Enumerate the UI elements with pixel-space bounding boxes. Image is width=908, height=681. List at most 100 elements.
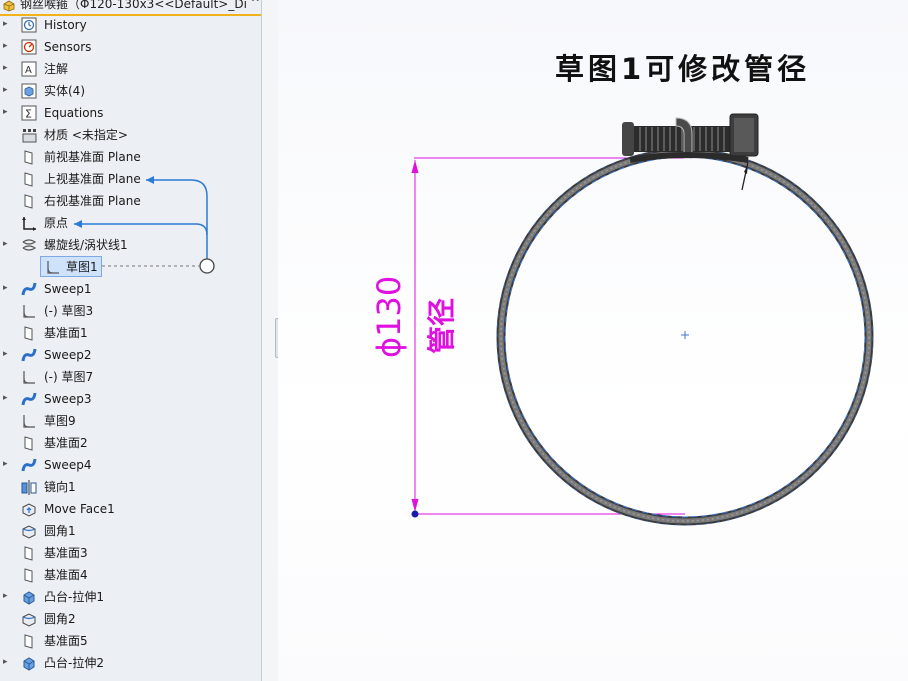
- expand-arrow-icon[interactable]: ▸: [3, 85, 11, 95]
- tree-item[interactable]: ▸ Sensors: [0, 36, 260, 58]
- sketch-icon: [20, 303, 38, 319]
- sketch-note-title: 草图1可修改管径: [555, 52, 811, 86]
- tree-item[interactable]: 草图9: [0, 410, 260, 432]
- tree-item-label: 原点: [44, 216, 69, 230]
- expand-arrow-icon[interactable]: ▸: [3, 393, 11, 403]
- expand-arrow-icon[interactable]: ▸: [3, 19, 11, 29]
- tree-item[interactable]: 基准面4: [0, 564, 260, 586]
- tree-item-label: 螺旋线/涡状线1: [44, 238, 128, 252]
- tree-item[interactable]: 基准面5: [0, 630, 260, 652]
- sweep-icon: [20, 281, 38, 297]
- tree-item-label: 圆角2: [44, 612, 76, 626]
- tree-item[interactable]: Move Face1: [0, 498, 260, 520]
- expand-arrow-icon[interactable]: ▸: [3, 459, 11, 469]
- tree-item[interactable]: ▸ 凸台-拉伸2: [0, 652, 260, 674]
- tree-item[interactable]: ▸ Sweep4: [0, 454, 260, 476]
- fillet-icon: [20, 523, 38, 539]
- tree-item-label: Move Face1: [44, 502, 115, 516]
- sketch-center-point: [681, 331, 689, 339]
- tree-item[interactable]: 基准面2: [0, 432, 260, 454]
- expand-arrow-icon[interactable]: ▸: [3, 63, 11, 73]
- diameter-dimension-value[interactable]: ϕ130: [370, 276, 408, 358]
- graphics-viewport[interactable]: 草图1可修改管径 ϕ130 管径: [278, 0, 908, 681]
- tree-item-label: 草图1: [66, 260, 98, 274]
- move-face-icon: [20, 501, 38, 517]
- expand-arrow-icon[interactable]: ▸: [3, 41, 11, 51]
- tree-item-label: 草图9: [44, 414, 76, 428]
- fillet-icon: [20, 611, 38, 627]
- tree-item-label: 基准面2: [44, 436, 88, 450]
- tree-item-label: 前视基准面 Plane: [44, 150, 141, 164]
- tree-item[interactable]: 圆角2: [0, 608, 260, 630]
- tree-item[interactable]: ▸ 凸台-拉伸1: [0, 586, 260, 608]
- tree-item[interactable]: 原点: [0, 212, 260, 234]
- tree-item-label: 注解: [44, 62, 69, 76]
- tree-item[interactable]: 材质 <未指定>: [0, 124, 260, 146]
- svg-text:A: A: [25, 65, 32, 76]
- collapse-tree-button[interactable]: ^: [251, 0, 260, 9]
- plane-icon: [20, 545, 38, 561]
- tree-item[interactable]: 基准面1: [0, 322, 260, 344]
- tree-item-label: (-) 草图7: [44, 370, 94, 384]
- expand-arrow-icon[interactable]: ▸: [3, 657, 11, 667]
- plane-icon: [20, 435, 38, 451]
- feature-tree-panel: 钢丝喉箍（Φ120-130x3<<Default>_Displa ^ ▸ Hist…: [0, 0, 262, 681]
- tree-item-label: 凸台-拉伸2: [44, 656, 104, 670]
- expand-arrow-icon[interactable]: ▸: [3, 349, 11, 359]
- tree-item[interactable]: (-) 草图3: [0, 300, 260, 322]
- equations-icon: Σ: [20, 105, 38, 121]
- tree-item[interactable]: 圆角1: [0, 520, 260, 542]
- sketch-icon: [20, 369, 38, 385]
- tree-item-label: 基准面1: [44, 326, 88, 340]
- plane-icon: [20, 171, 38, 187]
- tree-item-label: 基准面5: [44, 634, 88, 648]
- helix-icon: [20, 237, 38, 253]
- tree-item-label: History: [44, 18, 87, 32]
- sweep-icon: [20, 347, 38, 363]
- part-document-icon: [3, 0, 15, 12]
- plane-icon: [20, 149, 38, 165]
- tree-item[interactable]: 右视基准面 Plane: [0, 190, 260, 212]
- origin-icon: [20, 215, 38, 231]
- tree-item[interactable]: ▸ Sweep3: [0, 388, 260, 410]
- tree-item[interactable]: 镜向1: [0, 476, 260, 498]
- expand-arrow-icon[interactable]: ▸: [3, 107, 11, 117]
- plane-icon: [20, 193, 38, 209]
- tree-item-label: 实体(4): [44, 84, 85, 98]
- clamp-screw-assembly[interactable]: [622, 113, 759, 191]
- sketch-icon: [44, 259, 62, 275]
- tree-item-label: Sweep2: [44, 348, 92, 362]
- plane-icon: [20, 567, 38, 583]
- tree-item[interactable]: 草图1: [0, 256, 260, 278]
- tree-item[interactable]: (-) 草图7: [0, 366, 260, 388]
- plane-icon: [20, 325, 38, 341]
- diameter-dimension-note: 管径: [425, 297, 458, 354]
- tree-item-label: 上视基准面 Plane: [44, 172, 141, 186]
- tree-item-label: 基准面3: [44, 546, 88, 560]
- tree-item[interactable]: ▸ 螺旋线/涡状线1: [0, 234, 260, 256]
- tree-item-label: Sweep3: [44, 392, 92, 406]
- tree-item[interactable]: ▸ History: [0, 14, 260, 36]
- annotations-icon: A: [20, 61, 38, 77]
- tree-item-label: (-) 草图3: [44, 304, 94, 318]
- tree-item[interactable]: 前视基准面 Plane: [0, 146, 260, 168]
- document-title: 钢丝喉箍（Φ120-130x3<<Default>_Displa: [20, 0, 246, 11]
- svg-text:Σ: Σ: [25, 108, 32, 121]
- expand-arrow-icon[interactable]: ▸: [3, 239, 11, 249]
- history-icon: [20, 17, 38, 33]
- tree-item[interactable]: 基准面3: [0, 542, 260, 564]
- tree-item-label: Sweep4: [44, 458, 92, 472]
- material-icon: [20, 127, 38, 143]
- tree-item[interactable]: ▸ Sweep2: [0, 344, 260, 366]
- sensors-icon: [20, 39, 38, 55]
- tree-item[interactable]: ▸ 实体(4): [0, 80, 260, 102]
- expand-arrow-icon[interactable]: ▸: [3, 283, 11, 293]
- tree-item[interactable]: ▸ Σ Equations: [0, 102, 260, 124]
- expand-arrow-icon[interactable]: ▸: [3, 591, 11, 601]
- tree-item[interactable]: ▸ A 注解: [0, 58, 260, 80]
- tree-item[interactable]: ▸ Sweep1: [0, 278, 260, 300]
- tree-item[interactable]: 上视基准面 Plane: [0, 168, 260, 190]
- mirror-icon: [20, 479, 38, 495]
- tree-item-label: 材质 <未指定>: [44, 128, 128, 142]
- tree-item-label: 圆角1: [44, 524, 76, 538]
